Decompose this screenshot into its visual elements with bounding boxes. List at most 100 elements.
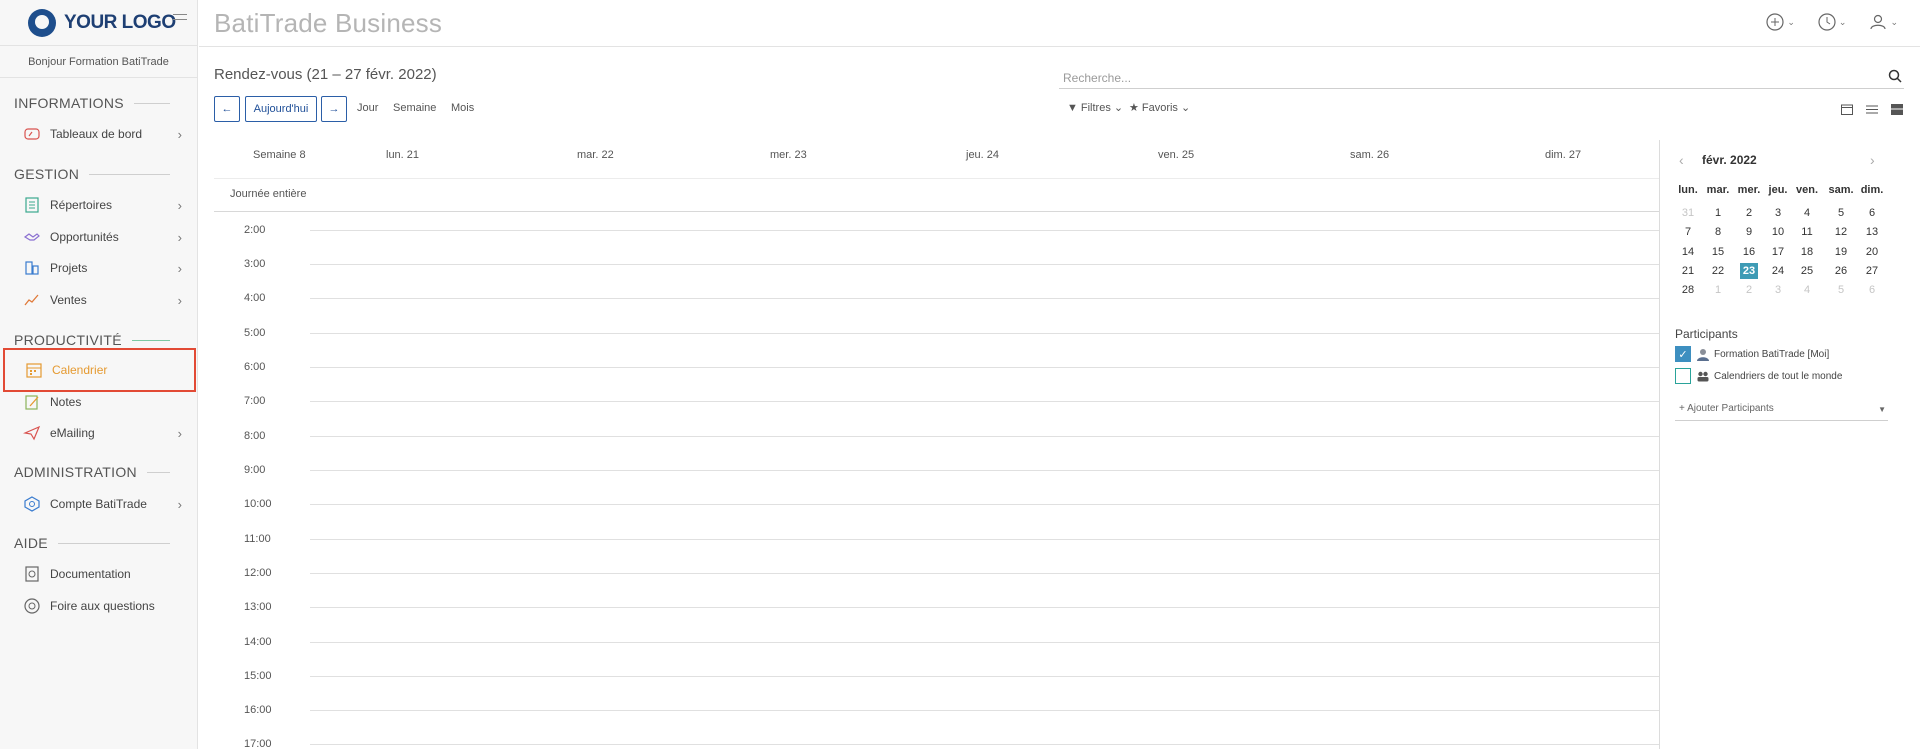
participant-item[interactable]: Calendriers de tout le monde	[1675, 367, 1842, 385]
hour-row[interactable]: 13:00	[214, 601, 1659, 641]
mini-day[interactable]: 1	[1705, 204, 1731, 223]
sidebar-item-opportunities[interactable]: Opportunités ›	[0, 222, 198, 252]
account-cube-icon	[23, 495, 41, 513]
hour-row[interactable]: 11:00	[214, 533, 1659, 573]
view-month-button[interactable]: Mois	[451, 102, 474, 114]
user-icon[interactable]: ⌄	[1868, 12, 1898, 32]
search-input[interactable]: Recherche...	[1059, 67, 1904, 89]
hour-row[interactable]: 12:00	[214, 567, 1659, 607]
sidebar-item-sales[interactable]: Ventes ›	[0, 285, 198, 315]
sidebar-item-notes[interactable]: Notes	[0, 387, 198, 417]
sidebar-item-directories[interactable]: Répertoires ›	[0, 190, 198, 220]
mini-day[interactable]: 13	[1859, 223, 1885, 242]
sidebar-item-faq[interactable]: Foire aux questions	[0, 591, 198, 621]
sidebar-item-projects[interactable]: Projets ›	[0, 253, 198, 283]
view-week-button[interactable]: Semaine	[393, 102, 436, 114]
view-day-button[interactable]: Jour	[357, 102, 378, 114]
mini-day[interactable]: 7	[1675, 223, 1701, 242]
mini-day[interactable]: 15	[1705, 243, 1731, 262]
mini-day-today[interactable]: 23	[1736, 262, 1762, 281]
all-day-row[interactable]: Journée entière	[214, 178, 1659, 212]
mini-day[interactable]: 3	[1765, 204, 1791, 223]
mini-day[interactable]: 2	[1736, 204, 1762, 223]
day-header[interactable]: jeu. 24	[966, 149, 999, 161]
sidebar-item-emailing[interactable]: eMailing ›	[0, 418, 198, 448]
mini-day[interactable]: 5	[1828, 204, 1854, 223]
calendar-view-icon[interactable]	[1841, 102, 1853, 115]
pivot-view-icon[interactable]	[1891, 102, 1903, 115]
mini-day[interactable]: 9	[1736, 223, 1762, 242]
hour-row[interactable]: 4:00	[214, 292, 1659, 332]
mini-day[interactable]: 3	[1765, 281, 1791, 300]
day-header[interactable]: mar. 22	[577, 149, 614, 161]
hour-row[interactable]: 2:00	[214, 224, 1659, 264]
mini-day[interactable]: 16	[1736, 243, 1762, 262]
sidebar-item-account[interactable]: Compte BatiTrade ›	[0, 489, 198, 519]
hour-row[interactable]: 15:00	[214, 670, 1659, 710]
chevron-right-icon[interactable]: ›	[1870, 152, 1875, 168]
next-button[interactable]: →	[321, 96, 347, 122]
filters-dropdown[interactable]: ▼ Filtres ⌄	[1067, 101, 1123, 115]
day-header[interactable]: sam. 26	[1350, 149, 1389, 161]
sidebar-item-documentation[interactable]: Documentation	[0, 559, 198, 589]
mini-day[interactable]: 19	[1828, 243, 1854, 262]
chevron-right-icon: ›	[177, 229, 182, 245]
mini-day[interactable]: 12	[1828, 223, 1854, 242]
hour-row[interactable]: 10:00	[214, 498, 1659, 538]
mini-day[interactable]: 8	[1705, 223, 1731, 242]
day-header[interactable]: mer. 23	[770, 149, 807, 161]
clock-icon[interactable]: ⌄	[1817, 12, 1846, 32]
hour-row[interactable]: 16:00	[214, 704, 1659, 744]
hour-label: 17:00	[244, 738, 272, 749]
add-circle-icon[interactable]: ⌄	[1765, 12, 1795, 32]
participant-item[interactable]: ✓ Formation BatiTrade [Moi]	[1675, 345, 1829, 363]
mini-day[interactable]: 18	[1794, 243, 1820, 262]
sidebar-item-calendar[interactable]: Calendrier	[3, 348, 196, 392]
mini-day[interactable]: 1	[1705, 281, 1731, 300]
filter-icon: ▼	[1067, 101, 1078, 114]
previous-button[interactable]: ←	[214, 96, 240, 122]
hour-row[interactable]: 3:00	[214, 258, 1659, 298]
mini-day[interactable]: 31	[1675, 204, 1701, 223]
mini-day[interactable]: 27	[1859, 262, 1885, 281]
checkbox-unchecked[interactable]	[1675, 368, 1691, 384]
mini-day[interactable]: 28	[1675, 281, 1701, 300]
logo[interactable]: YOUR LOGO	[0, 0, 197, 46]
chevron-left-icon[interactable]: ‹	[1679, 152, 1684, 168]
mini-day[interactable]: 24	[1765, 262, 1791, 281]
search-icon[interactable]	[1888, 69, 1902, 86]
mini-day[interactable]: 21	[1675, 262, 1701, 281]
mini-day[interactable]: 6	[1859, 204, 1885, 223]
mini-day[interactable]: 10	[1765, 223, 1791, 242]
checkbox-checked[interactable]: ✓	[1675, 346, 1691, 362]
mini-day[interactable]: 5	[1828, 281, 1854, 300]
hamburger-icon[interactable]	[173, 14, 187, 24]
sidebar-item-dashboards[interactable]: Tableaux de bord ›	[0, 119, 198, 149]
mini-day[interactable]: 2	[1736, 281, 1762, 300]
mini-day[interactable]: 4	[1794, 281, 1820, 300]
mini-day[interactable]: 11	[1794, 223, 1820, 242]
mini-day[interactable]: 25	[1794, 262, 1820, 281]
favorites-dropdown[interactable]: ★ Favoris ⌄	[1129, 101, 1190, 115]
mini-day[interactable]: 22	[1705, 262, 1731, 281]
today-button[interactable]: Aujourd'hui	[245, 96, 317, 122]
mini-day[interactable]: 20	[1859, 243, 1885, 262]
dashboard-icon	[23, 125, 41, 143]
hour-row[interactable]: 7:00	[214, 395, 1659, 435]
mini-day[interactable]: 26	[1828, 262, 1854, 281]
hour-row[interactable]: 8:00	[214, 430, 1659, 470]
day-header[interactable]: dim. 27	[1545, 149, 1581, 161]
hour-row[interactable]: 6:00	[214, 361, 1659, 401]
day-header[interactable]: lun. 21	[386, 149, 419, 161]
list-view-icon[interactable]	[1866, 102, 1878, 114]
mini-day[interactable]: 4	[1794, 204, 1820, 223]
hour-row[interactable]: 14:00	[214, 636, 1659, 676]
add-participants-select[interactable]: + Ajouter Participants ▼	[1675, 403, 1888, 421]
mini-day[interactable]: 6	[1859, 281, 1885, 300]
mini-day[interactable]: 17	[1765, 243, 1791, 262]
day-header[interactable]: ven. 25	[1158, 149, 1194, 161]
hour-row[interactable]: 17:00	[214, 738, 1659, 749]
hour-row[interactable]: 9:00	[214, 464, 1659, 504]
hour-row[interactable]: 5:00	[214, 327, 1659, 367]
mini-day[interactable]: 14	[1675, 243, 1701, 262]
